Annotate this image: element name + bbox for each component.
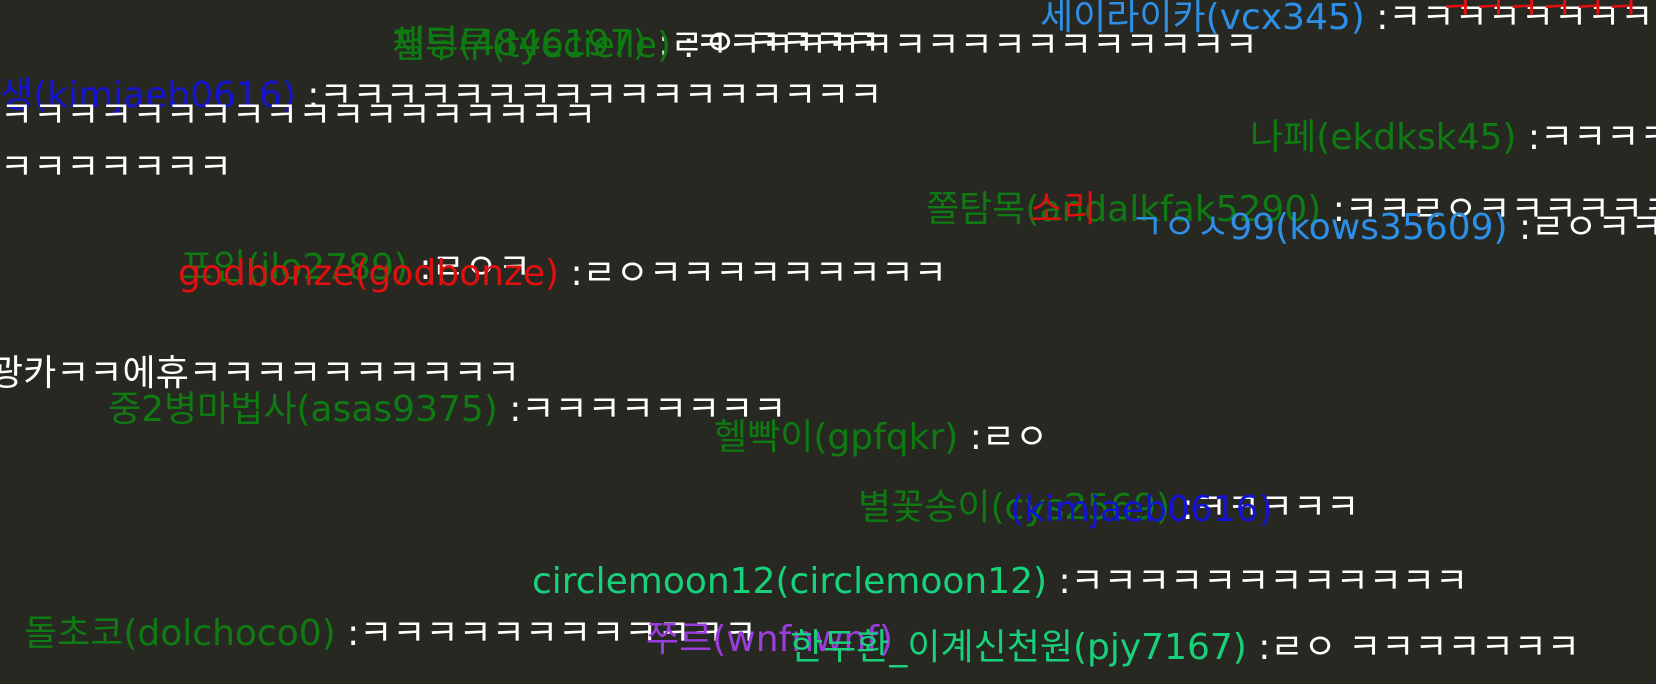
- chat-comment-c07: 나페(ekdksk45) :ㅋㅋㅋㅋ: [1250, 120, 1656, 156]
- chat-username: (kimjaeb0616): [1010, 489, 1273, 530]
- chat-username: 한두환_이계신천원(pjy7167): [790, 627, 1247, 668]
- chat-comment-c06: ㅋㅋㅋㅋㅋㅋㅋㅋㅋㅋㅋㅋㅋㅋㅋㅋㅋㅋ: [0, 98, 596, 134]
- chat-username: ㄱㅇㅅ99(kows35609): [1130, 207, 1508, 248]
- chat-username: 소리: [1030, 189, 1097, 230]
- chat-comment-c13: godbonze(godbonze) :ㄹㅇㅋㅋㅋㅋㅋㅋㅋㅋㅋ: [178, 256, 947, 292]
- chat-comment-c04: 필루루(tyecielle) :ㅋㅋㅋㅋㅋㅋㅋㅋㅋㅋㅋㅋㅋㅋㅋㅋㅋ: [392, 28, 1258, 64]
- chat-message: :ㅋㅋㅋㅋ: [1527, 117, 1656, 158]
- chat-comment-c16: 헬빡이(gpfqkr) :ㄹㅇ: [714, 420, 1048, 456]
- chat-message: :ㄹㅇㅋㅋ: [1507, 207, 1656, 248]
- chat-message: ㅋㅋㅋㅋㅋㅋㅋ: [0, 147, 232, 188]
- chat-message: :ㄹㅇ ㅋㅋㅋㅋㅋㅋㅋ: [1246, 627, 1580, 668]
- chat-comment-c18: (kimjaeb0616): [1010, 492, 1273, 528]
- chat-username: 중2병마법사(asas9375): [108, 389, 498, 430]
- chat-username: circlemoon12(circlemoon12): [532, 561, 1048, 602]
- chat-comment-c14: 광카ㅋㅋ에휴ㅋㅋㅋㅋㅋㅋㅋㅋㅋㅋ: [0, 356, 520, 392]
- chat-comment-c15: 중2병마법사(asas9375) :ㅋㅋㅋㅋㅋㅋㅋㅋ: [108, 392, 786, 428]
- chat-username: 헬빡이(gpfqkr): [714, 417, 959, 458]
- chat-comment-c10: 소리: [1030, 192, 1096, 228]
- chat-message: 광카ㅋㅋ에휴ㅋㅋㅋㅋㅋㅋㅋㅋㅋㅋ: [0, 353, 520, 394]
- chat-comment-c02: ㅋㅋㅋㅋㅋㅋ: [1440, 0, 1639, 26]
- chat-comment-c11: ㄱㅇㅅ99(kows35609) :ㄹㅇㅋㅋ: [1130, 210, 1656, 246]
- chat-message: :ㄹㅇ: [958, 417, 1049, 458]
- chat-message: :ㅋㅋㅋㅋㅋㅋㅋㅋㅋㅋㅋㅋ: [1047, 561, 1469, 602]
- chat-username: 돌초코(dolchoco0): [24, 613, 336, 654]
- chat-username: 나페(ekdksk45): [1250, 117, 1517, 158]
- chat-comment-c19: circlemoon12(circlemoon12) :ㅋㅋㅋㅋㅋㅋㅋㅋㅋㅋㅋㅋ: [532, 564, 1468, 600]
- chat-message: ㅋㅋㅋㅋㅋㅋ: [1440, 0, 1639, 28]
- chat-overlay: 세이라이카(vcx345) :ㅋㅋㅋㅋㅋㅋㅋㅋ ㅋㅋㅋㅋㅋㅋ 채팅(484619…: [0, 0, 1656, 684]
- chat-message: :ㄹㅇㅋㅋㅋㅋㅋㅋㅋㅋㅋ: [559, 253, 947, 294]
- chat-message: :ㅋㅋㅋㅋㅋㅋㅋㅋㅋㅋㅋㅋㅋㅋㅋㅋㅋ: [671, 25, 1258, 66]
- chat-comment-c08: ㅋㅋㅋㅋㅋㅋㅋ: [0, 150, 232, 186]
- chat-username: godbonze(godbonze): [178, 253, 560, 294]
- chat-message: ㅋㅋㅋㅋㅋㅋㅋㅋㅋㅋㅋㅋㅋㅋㅋㅋㅋㅋ: [0, 95, 597, 136]
- chat-comment-c22: 한두환_이계신천원(pjy7167) :ㄹㅇ ㅋㅋㅋㅋㅋㅋㅋ: [790, 630, 1580, 666]
- chat-username: 필루루(tyecielle): [392, 25, 672, 66]
